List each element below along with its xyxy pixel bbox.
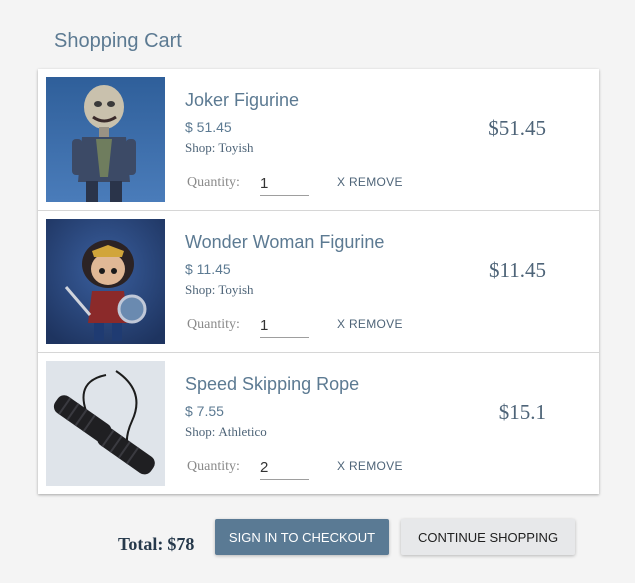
cart-item: Speed Skipping Rope $ 7.55 Shop: Athletic… <box>38 353 599 494</box>
unit-price: $ 11.45 <box>185 261 231 277</box>
shop-name: Toyish <box>218 282 254 297</box>
product-image-skipping-rope <box>46 361 165 486</box>
total-value: $78 <box>167 534 195 554</box>
line-total: $11.45 <box>489 258 546 282</box>
product-name[interactable]: Joker Figurine <box>185 90 299 111</box>
shop-name: Toyish <box>218 140 254 155</box>
product-name[interactable]: Wonder Woman Figurine <box>185 232 384 253</box>
shop-info: Shop: Toyish <box>185 282 254 298</box>
shop-label: Shop: <box>185 424 216 439</box>
line-total: $51.45 <box>488 116 546 140</box>
shop-label: Shop: <box>185 282 216 297</box>
line-total: $15.1 <box>498 400 546 424</box>
product-name[interactable]: Speed Skipping Rope <box>185 374 359 395</box>
shop-name: Athletico <box>218 424 267 439</box>
shop-label: Shop: <box>185 140 216 155</box>
page-title: Shopping Cart <box>54 30 182 52</box>
cart-list: Joker Figurine $ 51.45 Shop: Toyish Quant… <box>38 69 599 494</box>
unit-price: $ 51.45 <box>185 119 232 135</box>
quantity-label: Quantity: <box>187 317 240 332</box>
remove-button[interactable]: X REMOVE <box>337 175 403 189</box>
total-label: Total: <box>118 534 164 554</box>
quantity-input[interactable] <box>260 171 309 196</box>
quantity-input[interactable] <box>260 313 309 338</box>
shop-info: Shop: Athletico <box>185 424 267 440</box>
cart-total: Total: $78 <box>118 534 194 555</box>
quantity-label: Quantity: <box>187 175 240 190</box>
product-image-joker <box>46 77 165 202</box>
quantity-label: Quantity: <box>187 459 240 474</box>
remove-button[interactable]: X REMOVE <box>337 317 403 331</box>
unit-price: $ 7.55 <box>185 403 224 419</box>
continue-shopping-button[interactable]: CONTINUE SHOPPING <box>401 519 575 555</box>
sign-in-to-checkout-button[interactable]: SIGN IN TO CHECKOUT <box>215 519 389 555</box>
product-image-wonder-woman <box>46 219 165 344</box>
remove-button[interactable]: X REMOVE <box>337 459 403 473</box>
quantity-input[interactable] <box>260 455 309 480</box>
cart-item: Joker Figurine $ 51.45 Shop: Toyish Quant… <box>38 69 599 210</box>
shop-info: Shop: Toyish <box>185 140 254 156</box>
cart-item: Wonder Woman Figurine $ 11.45 Shop: Toyis… <box>38 211 599 352</box>
